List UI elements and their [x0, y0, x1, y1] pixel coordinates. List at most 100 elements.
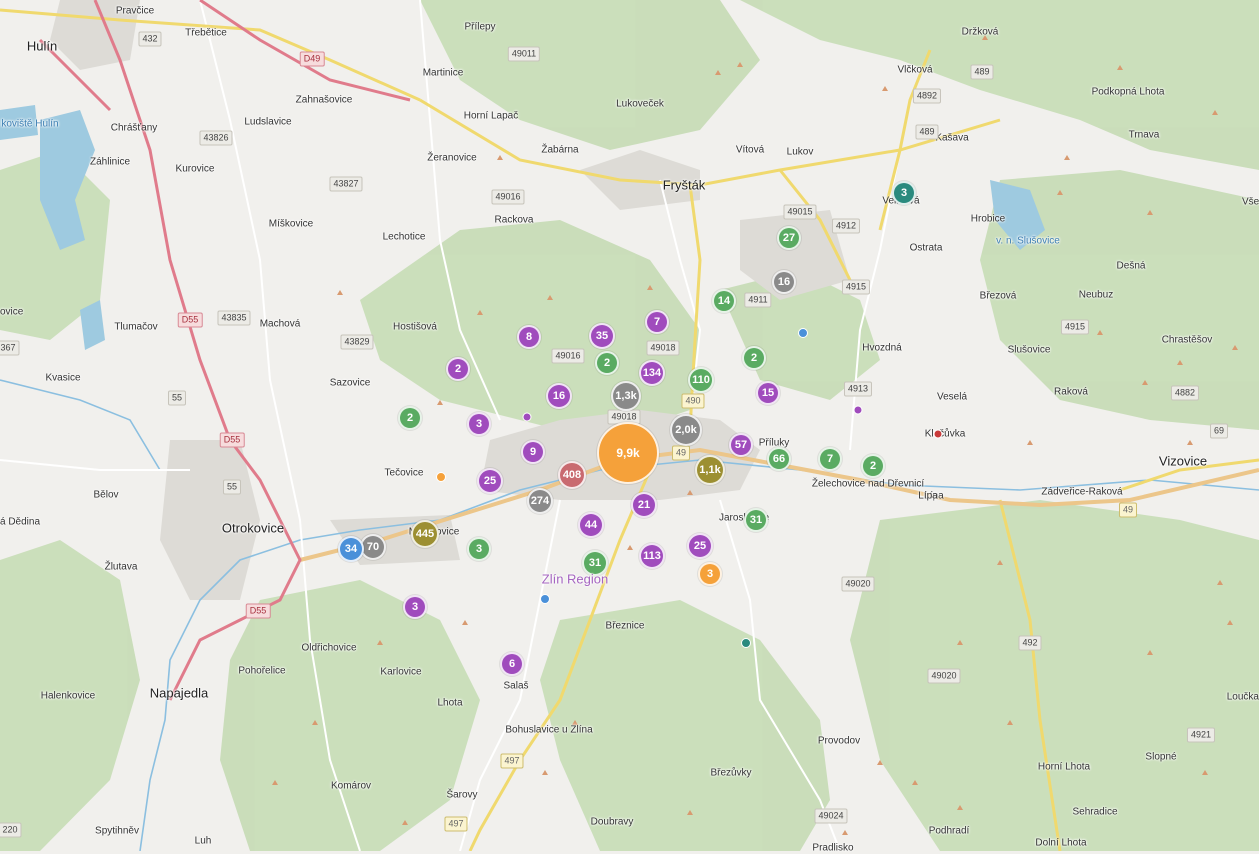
map-view[interactable]: Pravčice Hulín Třebětice Přílepy Držková Vlčk…: [0, 0, 1259, 854]
cluster-marker[interactable]: 2,0k: [670, 414, 702, 446]
road-number-shield: 490: [681, 393, 705, 409]
cluster-marker[interactable]: 3: [467, 537, 491, 561]
place-label: Všemina: [1242, 196, 1259, 208]
cluster-marker[interactable]: 1,1k: [695, 455, 725, 485]
cluster-marker[interactable]: 27: [777, 226, 801, 250]
place-label: Přílepy: [464, 21, 496, 33]
cluster-marker[interactable]: 9,9k: [597, 422, 659, 484]
place-label: Halenkovice: [40, 690, 96, 702]
cluster-marker[interactable]: 66: [767, 447, 791, 471]
place-label: Trnava: [1128, 129, 1160, 141]
point-marker[interactable]: [436, 472, 446, 482]
cluster-marker[interactable]: 7: [818, 447, 842, 471]
road-number-shield: 220: [0, 822, 22, 838]
cluster-marker[interactable]: 16: [546, 383, 572, 409]
point-marker[interactable]: [853, 405, 863, 415]
place-label: Fryšták: [662, 177, 706, 193]
point-marker[interactable]: [540, 594, 550, 604]
cluster-marker[interactable]: 3: [467, 412, 491, 436]
road-number-shield: D55: [177, 312, 203, 328]
place-label: Kvasice: [45, 372, 81, 384]
road-number-shield: 489: [970, 64, 994, 80]
road-number-shield: 49020: [841, 576, 875, 592]
place-label: Dešná: [1116, 260, 1146, 272]
cluster-marker[interactable]: 2: [446, 357, 470, 381]
place-label: Tečovice: [384, 467, 424, 479]
road-number-shield: D49: [299, 51, 325, 67]
road-number-shield: 55: [167, 390, 187, 406]
road-number-shield: 432: [138, 31, 162, 47]
cluster-marker[interactable]: 25: [687, 533, 713, 559]
cluster-marker[interactable]: 57: [729, 433, 753, 457]
point-marker[interactable]: [933, 429, 943, 439]
road-number-shield: 49: [1118, 502, 1138, 518]
place-label: Lípa: [918, 490, 938, 502]
road-number-shield: 49015: [783, 204, 817, 220]
place-label: Březůvky: [710, 767, 752, 779]
place-label: Žeranovice: [427, 152, 477, 164]
cluster-marker[interactable]: 31: [744, 508, 768, 532]
cluster-marker[interactable]: 34: [338, 536, 364, 562]
place-label: Zahnašovice: [295, 94, 353, 106]
cluster-marker[interactable]: 134: [639, 360, 665, 386]
road-number-shield: 4915: [1060, 319, 1090, 335]
road-number-shield: 4911: [744, 292, 772, 308]
cluster-marker[interactable]: 44: [578, 512, 604, 538]
cluster-marker[interactable]: 14: [712, 289, 736, 313]
place-label: Ludslavice: [244, 116, 292, 128]
cluster-marker[interactable]: 6: [500, 652, 524, 676]
cluster-marker[interactable]: 16: [772, 270, 796, 294]
cluster-marker[interactable]: 3: [892, 181, 916, 205]
place-label: Bohuslavice u Zlína: [505, 724, 593, 736]
cluster-marker[interactable]: 9: [521, 440, 545, 464]
cluster-marker[interactable]: 1,3k: [611, 381, 641, 411]
cluster-marker[interactable]: 3: [698, 562, 722, 586]
cluster-marker[interactable]: 2: [595, 351, 619, 375]
place-label: Sazovice: [329, 377, 371, 389]
place-label: Otrokovice: [221, 520, 285, 536]
place-label: Míškovice: [268, 218, 314, 230]
place-label: Machová: [259, 318, 301, 330]
cluster-marker[interactable]: 8: [517, 325, 541, 349]
cluster-marker[interactable]: 15: [756, 381, 780, 405]
place-label: Vítová: [735, 144, 765, 156]
place-label: Želechovice nad Dřevnicí: [811, 478, 925, 490]
cluster-marker[interactable]: 2: [398, 406, 422, 430]
road-number-shield: 43826: [199, 130, 233, 146]
place-label: Žlutava: [104, 561, 138, 573]
place-label: Vizovice: [1158, 453, 1208, 469]
road-number-shield: 4913: [843, 381, 873, 397]
place-label: Loučka: [1226, 691, 1259, 703]
place-label: Březnice: [605, 620, 645, 632]
cluster-marker[interactable]: 7: [645, 310, 669, 334]
place-label: Martinice: [422, 67, 464, 79]
point-marker[interactable]: [522, 412, 532, 422]
cluster-marker[interactable]: 25: [477, 468, 503, 494]
cluster-marker[interactable]: 21: [631, 492, 657, 518]
cluster-marker[interactable]: 408: [558, 461, 586, 489]
cluster-marker[interactable]: 2: [742, 346, 766, 370]
cluster-marker[interactable]: 113: [639, 543, 665, 569]
place-label: Horní Lapač: [463, 110, 519, 122]
place-label: Šarovy: [446, 789, 478, 801]
cluster-marker[interactable]: 445: [411, 520, 439, 548]
cluster-marker[interactable]: 274: [527, 488, 553, 514]
place-label: Ostrata: [909, 242, 943, 254]
region-label: Zlín Region: [541, 571, 609, 587]
road-number-shield: 4912: [831, 218, 861, 234]
place-label: Neubuz: [1078, 289, 1114, 301]
point-marker[interactable]: [741, 638, 751, 648]
water-label-hulin: koviště Hulín: [1, 118, 59, 130]
place-label: Slopné: [1145, 751, 1177, 763]
road-number-shield: 49018: [646, 340, 680, 356]
cluster-marker[interactable]: 2: [861, 454, 885, 478]
cluster-marker[interactable]: 110: [688, 367, 714, 393]
cluster-marker[interactable]: 35: [589, 323, 615, 349]
road-number-shield: 43827: [329, 176, 363, 192]
point-marker[interactable]: [798, 328, 808, 338]
road-number-shield: 69: [1209, 423, 1229, 439]
place-label: Pradlisko: [812, 842, 854, 854]
road-number-shield: 4882: [1170, 385, 1200, 401]
place-label: Luh: [194, 835, 212, 847]
cluster-marker[interactable]: 3: [403, 595, 427, 619]
